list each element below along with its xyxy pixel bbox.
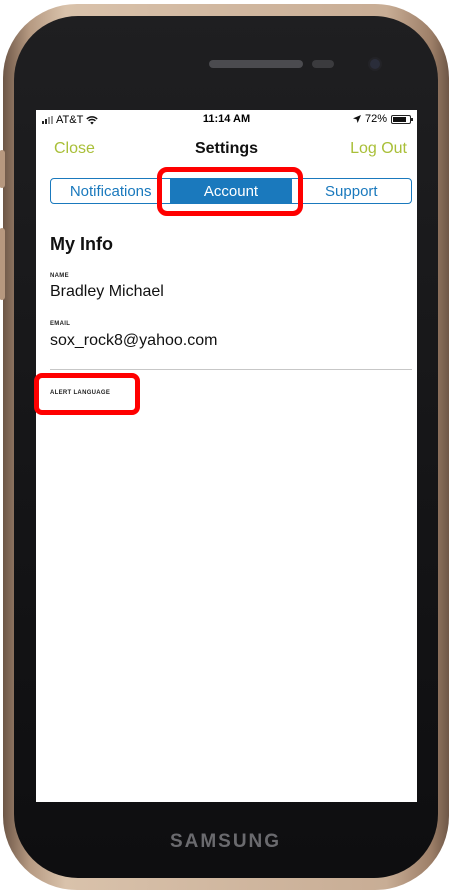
volume-down-key xyxy=(0,228,5,300)
alert-language-label[interactable]: ALERT LANGUAGE xyxy=(50,390,110,396)
name-value: Bradley Michael xyxy=(50,283,164,300)
app-screen: AT&T 11:14 AM 72% Close Settings Log Out… xyxy=(36,110,417,802)
email-value: sox_rock8@yahoo.com xyxy=(50,332,218,349)
speaker-grille xyxy=(209,60,334,68)
section-title-my-info: My Info xyxy=(50,234,113,254)
samsung-logo: SAMSUNG xyxy=(169,831,282,852)
tab-support[interactable]: Support xyxy=(292,179,411,203)
status-right: 72% xyxy=(352,113,413,125)
tab-notifications[interactable]: Notifications xyxy=(51,179,172,203)
front-camera xyxy=(370,59,380,69)
settings-segmented-control: Notifications Account Support xyxy=(50,178,412,204)
location-arrow-icon xyxy=(352,115,361,123)
email-label: EMAIL xyxy=(50,321,71,327)
log-out-button[interactable]: Log Out xyxy=(350,140,407,158)
navigation-bar: Close Settings Log Out xyxy=(36,134,417,166)
section-divider xyxy=(50,369,412,370)
battery-icon xyxy=(391,114,413,124)
name-label: NAME xyxy=(50,273,69,279)
battery-percent: 72% xyxy=(364,113,387,125)
tab-account[interactable]: Account xyxy=(171,179,292,203)
volume-up-key xyxy=(0,150,5,188)
status-bar: AT&T 11:14 AM 72% xyxy=(36,110,417,130)
